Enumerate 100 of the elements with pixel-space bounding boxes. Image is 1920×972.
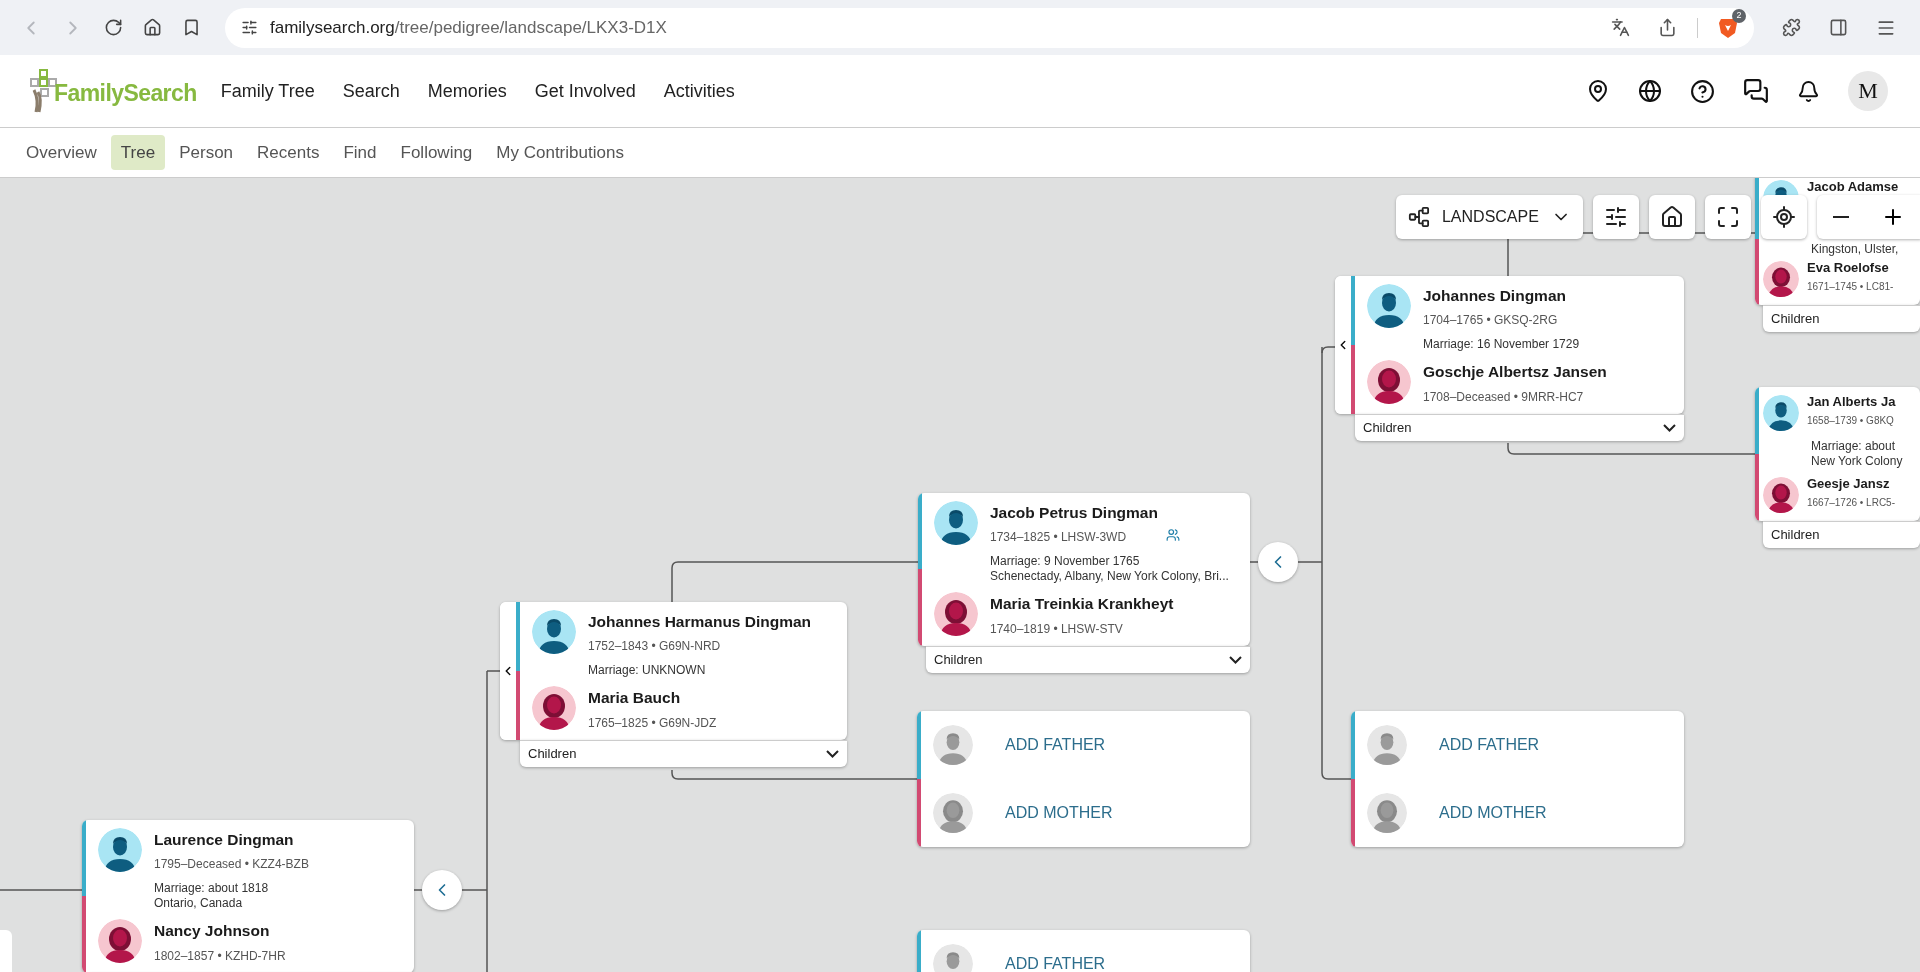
person-dates-id: 1704–1765 • GKSQ-2RG [1423,312,1558,330]
nav-link[interactable]: Memories [427,77,507,105]
person-name[interactable]: Laurence Dingman [154,828,309,852]
site-settings-icon[interactable] [241,19,258,36]
nav-link[interactable]: Get Involved [534,77,636,105]
filter-settings-button[interactable] [1593,195,1639,239]
logo-text: FamilySearch [54,78,197,108]
related-people-icon[interactable] [1166,528,1181,543]
subnav-tab[interactable]: Person [169,134,244,171]
person-dates-id: 1658–1739 • G8KQ [1807,414,1894,428]
fullscreen-button[interactable] [1705,195,1751,239]
subnav-tab[interactable]: Following [390,134,483,171]
subnav-tab[interactable]: Overview [16,134,107,171]
female-placeholder-avatar-icon [933,793,973,833]
sliders-icon [1604,205,1628,229]
subnav-tab[interactable]: Find [333,134,387,171]
home-icon[interactable] [143,18,162,37]
add-father-link[interactable]: ADD FATHER [1005,952,1106,972]
person-name[interactable]: Nancy Johnson [154,919,286,943]
marriage-info: Marriage: 9 November 1765 Schenectady, Albany, New York Colony, Bri... [989,554,1230,585]
translate-icon[interactable] [1611,18,1630,37]
nav-link[interactable]: Family Tree [220,77,315,105]
person-dates-id: 1752–1843 • G69N-NRD [588,638,721,656]
female-avatar-icon [934,592,978,637]
children-toggle[interactable]: Children [1355,413,1684,441]
male-avatar-icon [532,610,576,654]
add-mother-link[interactable]: ADD MOTHER [1439,801,1547,825]
hierarchy-icon [1407,206,1431,228]
male-placeholder-avatar-icon [933,725,973,765]
globe-icon[interactable] [1638,79,1662,103]
marriage-info: Marriage: about New York Colony [1810,439,1904,469]
person-name[interactable]: Johannes Harmanus Dingman [588,610,812,634]
fullscreen-icon [1716,205,1740,229]
children-toggle[interactable]: Children [1763,305,1920,332]
home-icon [1660,205,1684,229]
bookmark-icon[interactable] [182,18,201,37]
subnav-tab[interactable]: My Contributions [486,134,634,171]
person-dates-id: 1708–Deceased • 9MRR-HC7 [1423,388,1584,406]
notifications-icon[interactable] [1797,79,1820,103]
female-avatar-icon [1763,261,1799,297]
help-icon[interactable] [1690,78,1715,104]
url-text: familysearch.org/tree/pedigree/landscape/LKX3-D1X [270,16,667,39]
female-avatar-icon [1367,360,1411,405]
badge-count: 2 [1732,8,1746,23]
chevron-down-icon [826,749,839,758]
messages-icon[interactable] [1743,78,1769,104]
female-avatar-icon [1763,477,1799,513]
chevron-down-icon [1229,655,1242,664]
chevron-down-icon [1663,423,1676,432]
person-name[interactable]: Maria Treinkia Krankheyt [990,592,1174,616]
person-name[interactable]: Maria Bauch [588,686,717,710]
female-avatar-icon [532,686,576,731]
marriage-info: Marriage: about 1818 Ontario, Canada [153,881,270,912]
nav-link[interactable]: Search [342,77,400,105]
crosshair-icon [1772,205,1796,229]
person-dates-id: 1740–1819 • LHSW-STV [990,620,1123,638]
lion-shield-icon[interactable] [1718,16,1738,39]
sidebar-icon[interactable] [1829,18,1848,37]
person-name[interactable]: Eva Roelofse [1807,261,1894,275]
male-placeholder-avatar-icon [933,944,973,972]
marriage-info: Marriage: UNKNOWN [587,663,707,679]
recenter-button[interactable] [1761,195,1807,239]
reload-icon[interactable] [104,18,123,37]
share-icon[interactable] [1658,18,1677,37]
female-placeholder-avatar-icon [1367,793,1407,833]
person-dates-id: 1795–Deceased • KZZ4-BZB [154,856,309,874]
children-toggle[interactable]: Children [926,645,1250,673]
male-placeholder-avatar-icon [1367,725,1407,765]
subnav-tab[interactable]: Tree [110,134,166,171]
person-dates-id: 1734–1825 • LHSW-3WD [990,529,1127,547]
person-name[interactable]: Goschje Albertsz Jansen [1423,360,1607,384]
children-toggle[interactable]: Children [520,739,847,767]
person-name[interactable]: Geesje Jansz [1807,477,1895,491]
person-name[interactable]: Jacob Petrus Dingman [990,501,1181,525]
person-name[interactable]: Johannes Dingman [1423,284,1566,308]
minus-icon [1833,216,1849,218]
add-father-link[interactable]: ADD FATHER [1439,733,1540,757]
male-avatar-icon [1367,284,1411,328]
location-pin-icon[interactable] [1586,79,1610,103]
male-avatar-icon [1763,395,1799,431]
user-avatar[interactable]: M [1848,71,1888,111]
person-dates-id: 1765–1825 • G69N-JDZ [588,714,717,732]
person-dates-id: 1667–1726 • LRC5- [1807,496,1895,510]
marriage-info: Kingston, Ulster, [1810,242,1900,257]
marriage-info: Marriage: 16 November 1729 [1422,337,1581,353]
add-father-link[interactable]: ADD FATHER [1005,733,1106,757]
view-dropdown[interactable]: LANDSCAPE [1396,195,1583,239]
male-avatar-icon [98,828,142,872]
add-mother-link[interactable]: ADD MOTHER [1005,801,1113,825]
home-button[interactable] [1649,195,1695,239]
nav-link[interactable]: Activities [663,77,735,105]
children-toggle[interactable]: Children [1763,521,1920,548]
male-avatar-icon [934,501,978,545]
subnav-tab[interactable]: Recents [247,134,330,171]
person-dates-id: 1671–1745 • LC81- [1807,280,1894,294]
person-name[interactable]: Jan Alberts Ja [1807,395,1896,409]
partial-card [0,930,12,972]
person-name[interactable]: Jacob Adamse [1807,180,1899,194]
address-bar[interactable]: familysearch.org/tree/pedigree/landscape/LKX3-D1X 2 [225,7,1754,48]
extensions-icon[interactable] [1782,18,1801,37]
